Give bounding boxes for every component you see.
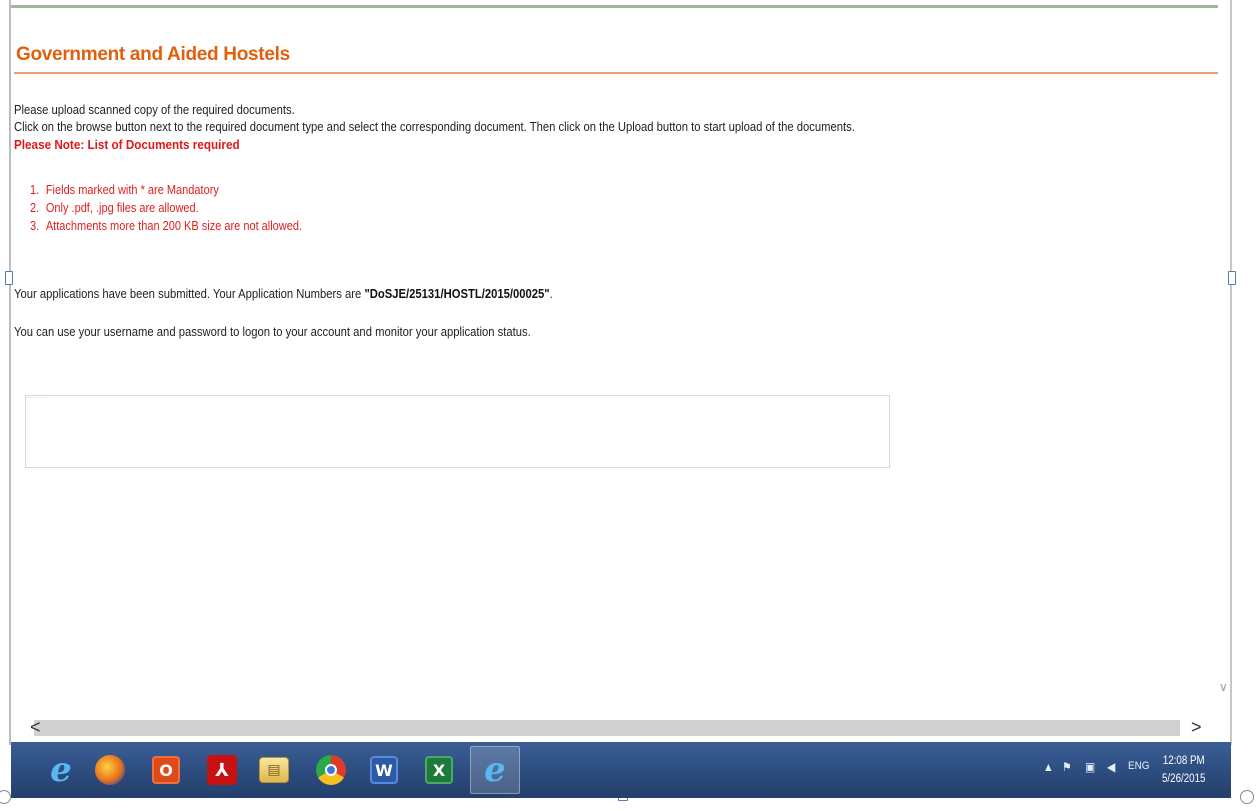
- taskbar-file-explorer-button[interactable]: ▤: [249, 746, 299, 794]
- bottom-left-corner-handle[interactable]: [0, 790, 11, 804]
- left-resize-handle[interactable]: [5, 271, 13, 285]
- volume-icon[interactable]: ◀: [1107, 760, 1115, 774]
- title-divider: [14, 72, 1218, 74]
- upload-panel: [25, 395, 890, 468]
- page-title: Government and Aided Hostels: [16, 44, 290, 65]
- taskbar-acrobat-button[interactable]: ⅄: [197, 746, 247, 794]
- taskbar-word-button[interactable]: W: [359, 746, 409, 794]
- office-icon: O: [152, 756, 180, 784]
- taskbar-firefox-button[interactable]: [85, 746, 135, 794]
- right-resize-handle[interactable]: [1228, 271, 1236, 285]
- clock-time: 12:08 PM: [1162, 755, 1205, 767]
- action-center-flag-icon[interactable]: ⚑: [1062, 760, 1072, 774]
- rules-list: 1. Fields marked with * are Mandatory 2. O…: [14, 181, 1218, 235]
- language-indicator[interactable]: ENG: [1128, 760, 1149, 772]
- firefox-icon: [95, 755, 125, 785]
- window-top-edge: [11, 0, 1218, 8]
- instruction-line-2: Click on the browse button next to the r…: [14, 120, 855, 134]
- instruction-line-1: Please upload scanned copy of the requir…: [14, 103, 295, 117]
- folder-icon: ▤: [259, 757, 289, 783]
- chrome-icon: [316, 755, 346, 785]
- horizontal-scroll-thumb[interactable]: [34, 720, 1180, 736]
- taskbar-chrome-button[interactable]: [306, 746, 356, 794]
- taskbar-excel-button[interactable]: X: [414, 746, 464, 794]
- word-icon: W: [370, 756, 398, 784]
- bottom-right-corner-handle[interactable]: [1240, 790, 1254, 804]
- scroll-left-icon[interactable]: <: [30, 717, 41, 738]
- monitor-message: You can use your username and password t…: [14, 325, 531, 339]
- taskbar-ie-active-button[interactable]: e: [470, 746, 520, 794]
- documents-note: Please Note: List of Documents required: [14, 137, 240, 152]
- instructions-block: Please upload scanned copy of the requir…: [14, 102, 1218, 153]
- rule-item: 1. Fields marked with * are Mandatory: [30, 183, 219, 197]
- scroll-down-icon[interactable]: ∨: [1219, 680, 1228, 694]
- application-number: "DoSJE/25131/HOSTL/2015/00025": [364, 287, 550, 301]
- show-hidden-icons-icon[interactable]: ▲: [1043, 760, 1054, 774]
- scroll-right-icon[interactable]: >: [1191, 717, 1202, 738]
- clock-date: 5/26/2015: [1162, 773, 1206, 785]
- window-left-border: [9, 0, 11, 745]
- rule-item: 3. Attachments more than 200 KB size are …: [30, 219, 303, 233]
- excel-icon: X: [425, 756, 453, 784]
- internet-explorer-icon: e: [484, 750, 506, 790]
- system-clock[interactable]: 12:08 PM 5/26/2015: [1162, 752, 1205, 788]
- taskbar-office-button[interactable]: O: [141, 746, 191, 794]
- rule-item: 2. Only .pdf, .jpg files are allowed.: [30, 201, 199, 215]
- taskbar-ie-button[interactable]: e: [36, 746, 86, 794]
- submission-message: Your applications have been submitted. Y…: [14, 287, 553, 301]
- acrobat-icon: ⅄: [207, 755, 237, 785]
- network-icon[interactable]: ▣: [1085, 760, 1095, 774]
- window-right-border: [1230, 0, 1232, 745]
- main-content: Government and Aided Hostels Please uplo…: [14, 38, 1218, 339]
- internet-explorer-icon: e: [50, 750, 72, 790]
